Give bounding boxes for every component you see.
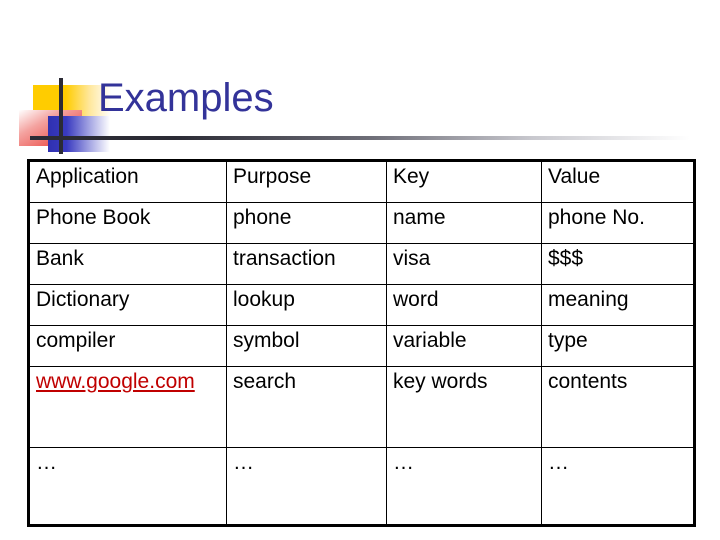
page-title: Examples <box>98 76 274 120</box>
table-cell-value: … <box>541 447 695 526</box>
table-cell-value: type <box>541 325 695 367</box>
examples-table: Application Purpose Key Value Phone Book phon… <box>27 159 696 527</box>
table-cell-value: phone No. <box>541 202 695 244</box>
hyperlink-google[interactable]: www.google.com <box>36 370 195 393</box>
column-header: Value <box>541 160 695 203</box>
table-cell-key: … <box>386 447 542 526</box>
table-cell-key: word <box>386 284 542 326</box>
table-cell-purpose: search <box>226 366 387 448</box>
column-header: Purpose <box>226 160 387 203</box>
table-row: ………… <box>28 447 695 526</box>
table-cell-application: … <box>28 447 227 526</box>
examples-table-container: Application Purpose Key Value Phone Book phon… <box>27 159 696 527</box>
table-cell-key: variable <box>386 325 542 367</box>
table-cell-purpose: … <box>226 447 387 526</box>
table-row: Phone Book phone name phone No. <box>28 202 695 244</box>
decorative-horizontal-rule <box>30 136 690 140</box>
table-cell-purpose: phone <box>226 202 387 244</box>
table-cell-value: $$$ <box>541 243 695 285</box>
slide-canvas: Examples Application Purpose Key Value Phone… <box>0 0 720 540</box>
table-cell-value: meaning <box>541 284 695 326</box>
table-row: www.google.com search key words contents <box>28 366 695 448</box>
table-row: compiler symbol variable type <box>28 325 695 367</box>
table-cell-application: www.google.com <box>28 366 227 448</box>
table-cell-application: Phone Book <box>28 202 227 244</box>
table-row: Dictionary lookup word meaning <box>28 284 695 326</box>
table-cell-application: compiler <box>28 325 227 367</box>
table-cell-application: Bank <box>28 243 227 285</box>
table-cell-purpose: transaction <box>226 243 387 285</box>
table-cell-purpose: lookup <box>226 284 387 326</box>
table-header-row: Application Purpose Key Value <box>28 160 695 203</box>
table-cell-purpose: symbol <box>226 325 387 367</box>
table-row: Bank transaction visa $$$ <box>28 243 695 285</box>
table-cell-key: key words <box>386 366 542 448</box>
column-header: Key <box>386 160 542 203</box>
table-cell-application: Dictionary <box>28 284 227 326</box>
table-cell-key: visa <box>386 243 542 285</box>
table-cell-value: contents <box>541 366 695 448</box>
column-header: Application <box>28 160 227 203</box>
decorative-vertical-line <box>59 78 63 154</box>
table-cell-key: name <box>386 202 542 244</box>
